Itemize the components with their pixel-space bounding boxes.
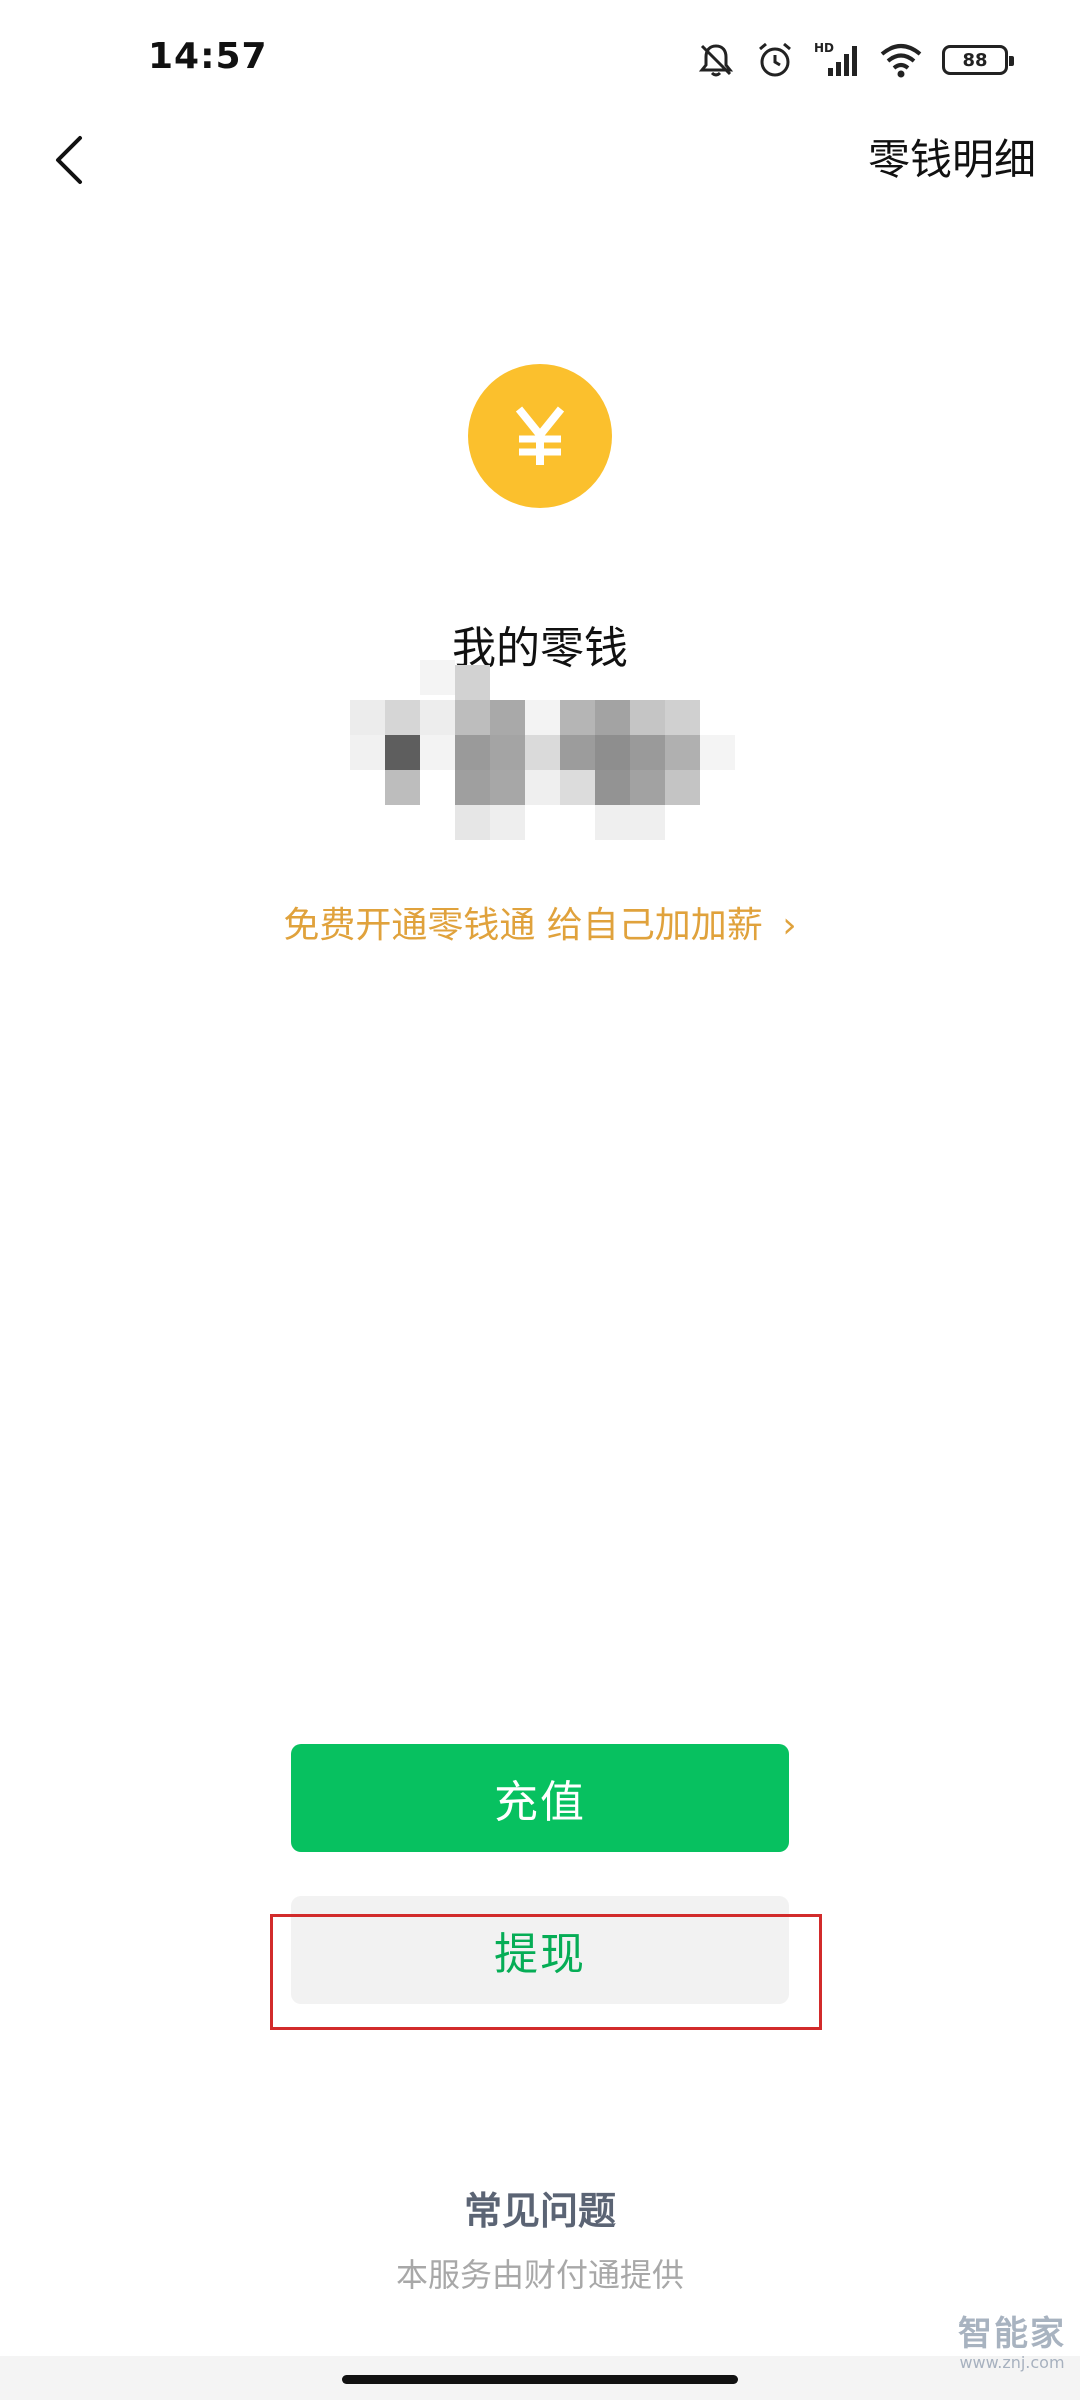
- svg-text:HD: HD: [814, 41, 834, 55]
- yuan-coin-icon: [468, 364, 612, 508]
- bell-mute-icon: [696, 38, 736, 82]
- yuan-symbol-icon: [515, 406, 565, 465]
- status-bar: 14:57 HD 88: [0, 0, 1080, 120]
- balance-details-link[interactable]: 零钱明细: [868, 126, 1036, 187]
- home-indicator[interactable]: [342, 2375, 738, 2384]
- watermark-sub: www.znj.com: [959, 2353, 1065, 2372]
- provider-note: 本服务由财付通提供: [395, 2256, 684, 2294]
- wifi-icon: [878, 38, 924, 82]
- faq-link[interactable]: 常见问题: [0, 2180, 1080, 2235]
- chevron-right-icon: ›: [782, 905, 797, 946]
- status-icons: HD 88: [696, 36, 1014, 84]
- promo-link-lingqiantong[interactable]: 免费开通零钱通 给自己加加薪 ›: [0, 896, 1080, 948]
- status-time: 14:57: [148, 36, 268, 77]
- withdraw-button[interactable]: 提现: [291, 1896, 789, 2004]
- balance-amount-obscured: [350, 660, 740, 840]
- alarm-icon: [754, 38, 796, 82]
- watermark-logo: 智能家 www.znj.com: [958, 2306, 1066, 2372]
- back-button[interactable]: [30, 120, 110, 200]
- promo-text: 免费开通零钱通 给自己加加薪: [283, 905, 763, 946]
- battery-level: 88: [962, 49, 988, 71]
- chevron-left-icon: [56, 136, 82, 184]
- hd-signal-icon: HD: [814, 38, 860, 82]
- watermark-main: 智能家: [958, 2314, 1066, 2354]
- battery-icon: 88: [942, 45, 1014, 75]
- recharge-button[interactable]: 充值: [291, 1744, 789, 1852]
